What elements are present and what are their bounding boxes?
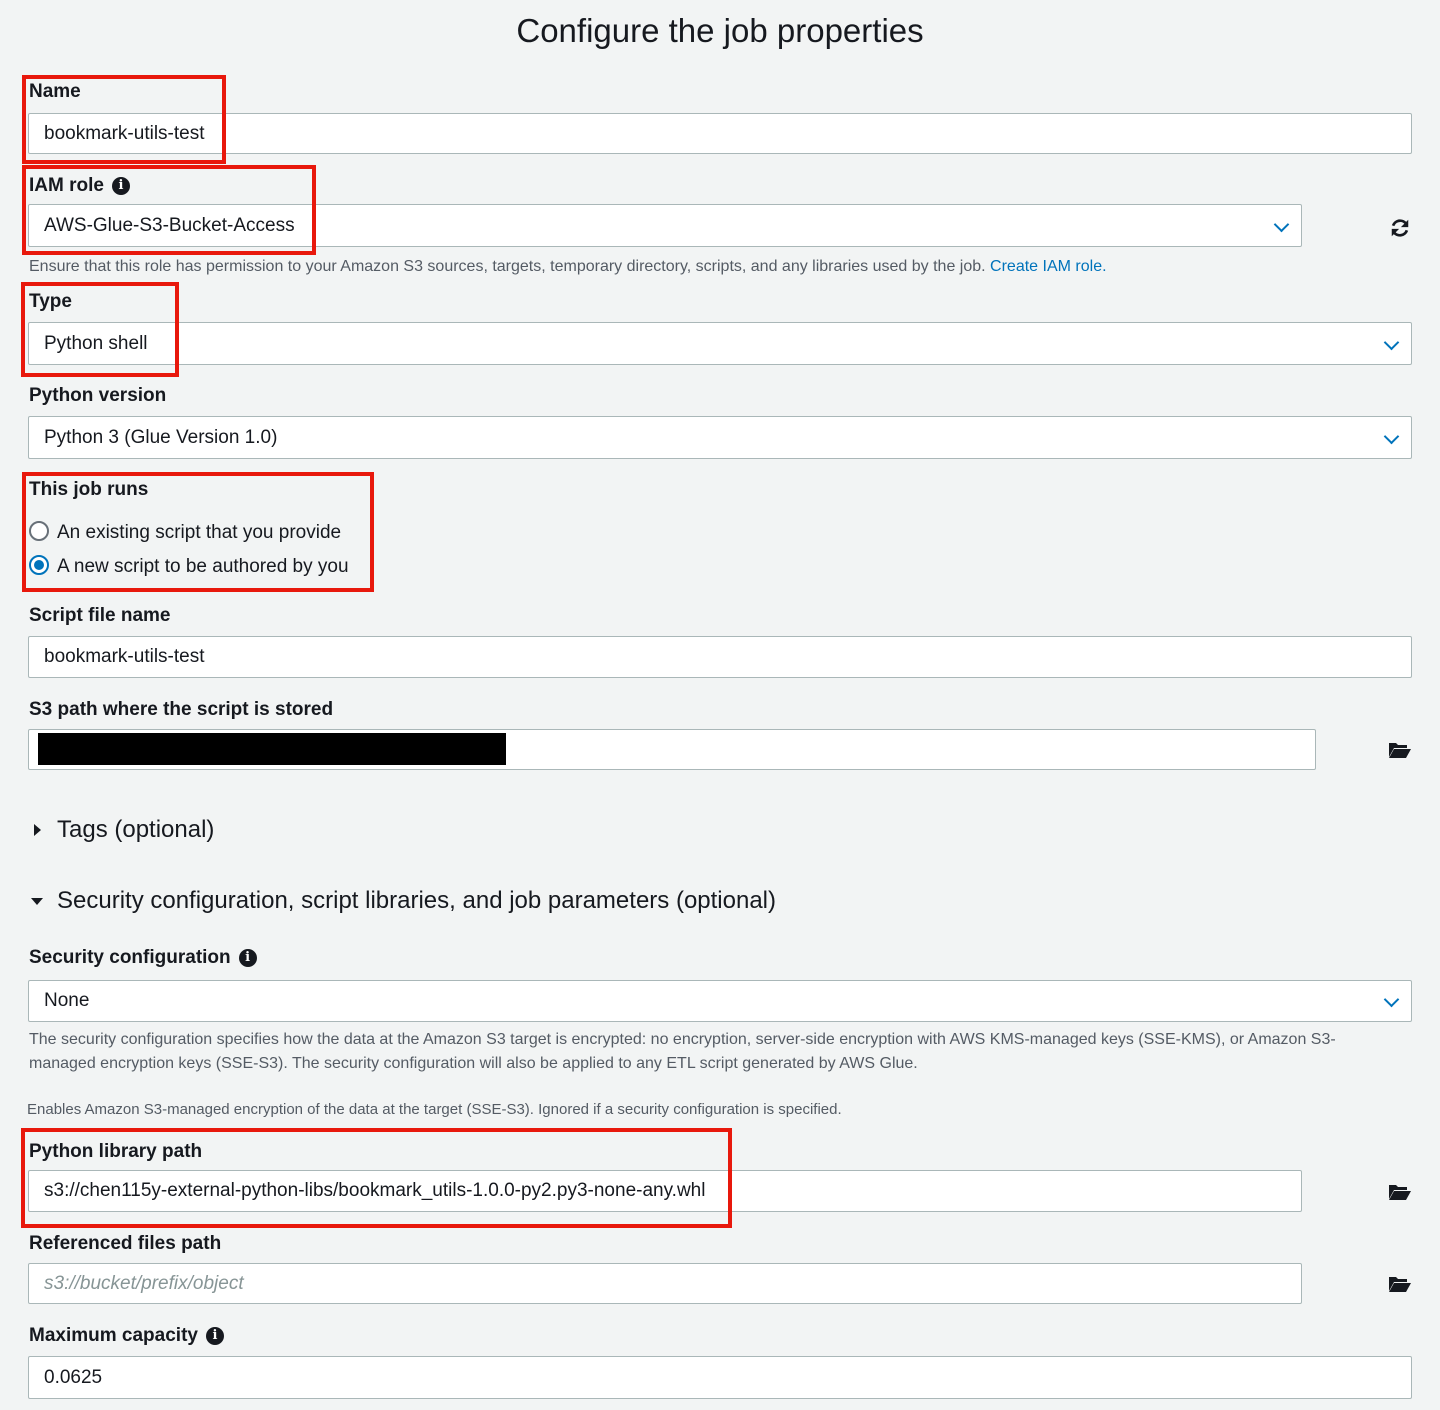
referenced-files-path-label: Referenced files path — [29, 1233, 222, 1254]
python-version-label: Python version — [29, 385, 167, 406]
info-icon[interactable]: i — [205, 1326, 224, 1345]
s3-path-input[interactable] — [28, 729, 1316, 770]
iam-role-hint: Ensure that this role has permission to … — [29, 255, 1107, 279]
caret-right-icon[interactable] — [34, 824, 41, 836]
page-title: Configure the job properties — [516, 12, 924, 49]
chevron-down-icon — [1383, 991, 1400, 1008]
iam-role-label-text: IAM role — [29, 175, 104, 196]
name-input-value: bookmark-utils-test — [44, 122, 205, 144]
sse-note: Enables Amazon S3-managed encryption of … — [27, 1101, 842, 1118]
script-file-name-value: bookmark-utils-test — [44, 646, 205, 667]
info-icon[interactable]: i — [238, 948, 257, 967]
caret-down-icon[interactable] — [31, 898, 43, 905]
create-iam-role-link[interactable]: Create IAM role. — [990, 258, 1106, 275]
chevron-down-icon — [1383, 334, 1400, 350]
job-runs-label: This job runs — [29, 479, 149, 500]
security-configuration-value: None — [44, 990, 90, 1011]
security-configuration-label-text: Security configuration — [29, 947, 231, 968]
script-file-name-input[interactable]: bookmark-utils-test — [28, 636, 1412, 678]
python-library-path-label: Python library path — [29, 1141, 203, 1162]
maximum-capacity-input[interactable]: 0.0625 — [28, 1356, 1412, 1399]
name-input[interactable]: bookmark-utils-test — [28, 113, 1412, 154]
referenced-files-path-placeholder: s3://bucket/prefix/object — [44, 1272, 244, 1294]
folder-open-icon[interactable] — [1386, 1178, 1414, 1206]
type-label: Type — [29, 291, 72, 312]
info-icon[interactable]: i — [111, 176, 130, 195]
iam-role-select[interactable]: AWS-Glue-S3-Bucket-Access — [28, 204, 1302, 247]
radio-new-script[interactable] — [29, 555, 49, 575]
security-configuration-hint-line2: managed encryption keys (SSE-S3). The se… — [29, 1055, 918, 1072]
maximum-capacity-value: 0.0625 — [44, 1366, 103, 1388]
radio-new-script-label[interactable]: A new script to be authored by you — [57, 556, 349, 578]
security-section-toggle[interactable]: Security configuration, script libraries… — [57, 887, 776, 915]
iam-role-label: IAM role i — [29, 175, 130, 197]
refresh-icon[interactable] — [1386, 214, 1414, 242]
iam-role-select-value: AWS-Glue-S3-Bucket-Access — [44, 214, 295, 236]
tags-section-toggle[interactable]: Tags (optional) — [57, 816, 214, 844]
folder-open-icon[interactable] — [1386, 1270, 1414, 1298]
s3-path-label: S3 path where the script is stored — [29, 699, 334, 720]
python-library-path-value: s3://chen115y-external-python-libs/bookm… — [44, 1180, 706, 1201]
chevron-down-icon — [1383, 428, 1400, 444]
python-library-path-input[interactable]: s3://chen115y-external-python-libs/bookm… — [28, 1170, 1302, 1212]
python-version-select[interactable]: Python 3 (Glue Version 1.0) — [28, 416, 1412, 459]
iam-role-hint-text: Ensure that this role has permission to … — [29, 258, 986, 275]
security-configuration-label: Security configuration i — [29, 947, 257, 969]
maximum-capacity-label-text: Maximum capacity — [29, 1325, 198, 1346]
folder-open-icon[interactable] — [1386, 736, 1414, 764]
maximum-capacity-label: Maximum capacity i — [29, 1325, 224, 1347]
redacted-block — [38, 733, 506, 765]
name-label: Name — [29, 81, 81, 102]
script-file-name-label: Script file name — [29, 605, 171, 626]
python-version-select-value: Python 3 (Glue Version 1.0) — [44, 426, 278, 448]
type-select[interactable]: Python shell — [28, 322, 1412, 365]
security-configuration-select[interactable]: None — [28, 980, 1412, 1022]
security-configuration-hint-line1: The security configuration specifies how… — [29, 1031, 1336, 1048]
security-configuration-hint: The security configuration specifies how… — [29, 1028, 1409, 1076]
referenced-files-path-input[interactable]: s3://bucket/prefix/object — [28, 1263, 1302, 1304]
type-select-value: Python shell — [44, 332, 148, 354]
radio-existing-script-label[interactable]: An existing script that you provide — [57, 522, 341, 544]
radio-existing-script[interactable] — [29, 521, 49, 541]
chevron-down-icon — [1273, 216, 1290, 232]
